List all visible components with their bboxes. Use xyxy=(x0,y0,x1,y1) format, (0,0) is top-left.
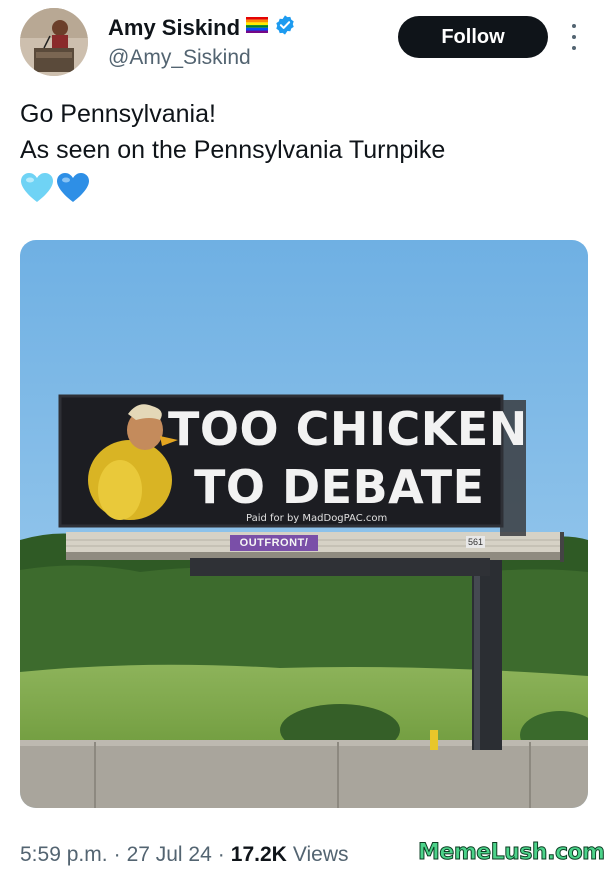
handle[interactable]: @Amy_Siskind xyxy=(108,46,251,70)
tweet-text-line1: Go Pennsylvania! xyxy=(20,100,216,128)
tweet-meta: 5:59 p.m. · 27 Jul 24 · 17.2K Views xyxy=(20,843,348,867)
light-blue-heart-icon xyxy=(20,172,54,209)
follow-button[interactable]: Follow xyxy=(398,16,548,58)
verified-badge-icon[interactable] xyxy=(274,14,296,41)
meta-separator: · xyxy=(113,843,121,866)
tweet-date[interactable]: 27 Jul 24 xyxy=(127,843,212,867)
billboard-headline-line1: TOO CHICKEN xyxy=(168,402,528,456)
avatar-image xyxy=(20,8,88,76)
avatar[interactable] xyxy=(20,8,88,76)
tweet-header: Amy Siskind @Amy_Siskind Follow xyxy=(0,0,608,90)
outfront-brand-label: OUTFRONT/ xyxy=(230,535,318,551)
tweet-media-image[interactable]: TOO CHICKEN TO DEBATE Paid for by MadDog… xyxy=(20,240,588,808)
billboard-photo xyxy=(20,240,588,808)
billboard-headline-line2: TO DEBATE xyxy=(194,460,485,514)
views-count[interactable]: 17.2K xyxy=(231,843,287,867)
more-options-icon[interactable] xyxy=(566,22,582,52)
billboard-paid-for-text: Paid for by MadDogPAC.com xyxy=(246,513,388,524)
blue-heart-icon xyxy=(56,172,90,209)
billboard-panel-number: 561 xyxy=(466,536,486,548)
tweet-time[interactable]: 5:59 p.m. xyxy=(20,843,108,867)
meta-separator: · xyxy=(217,843,225,866)
author-name-row: Amy Siskind xyxy=(108,14,296,41)
display-name[interactable]: Amy Siskind xyxy=(108,15,240,41)
views-label: Views xyxy=(292,843,349,866)
tweet-text-line2: As seen on the Pennsylvania Turnpike xyxy=(20,136,446,164)
tweet-text: Go Pennsylvania! As seen on the Pennsylv… xyxy=(20,96,590,168)
watermark-logo: MemeLush.com xyxy=(418,840,606,866)
rainbow-flag-icon xyxy=(246,17,269,38)
emoji-row xyxy=(20,172,90,209)
